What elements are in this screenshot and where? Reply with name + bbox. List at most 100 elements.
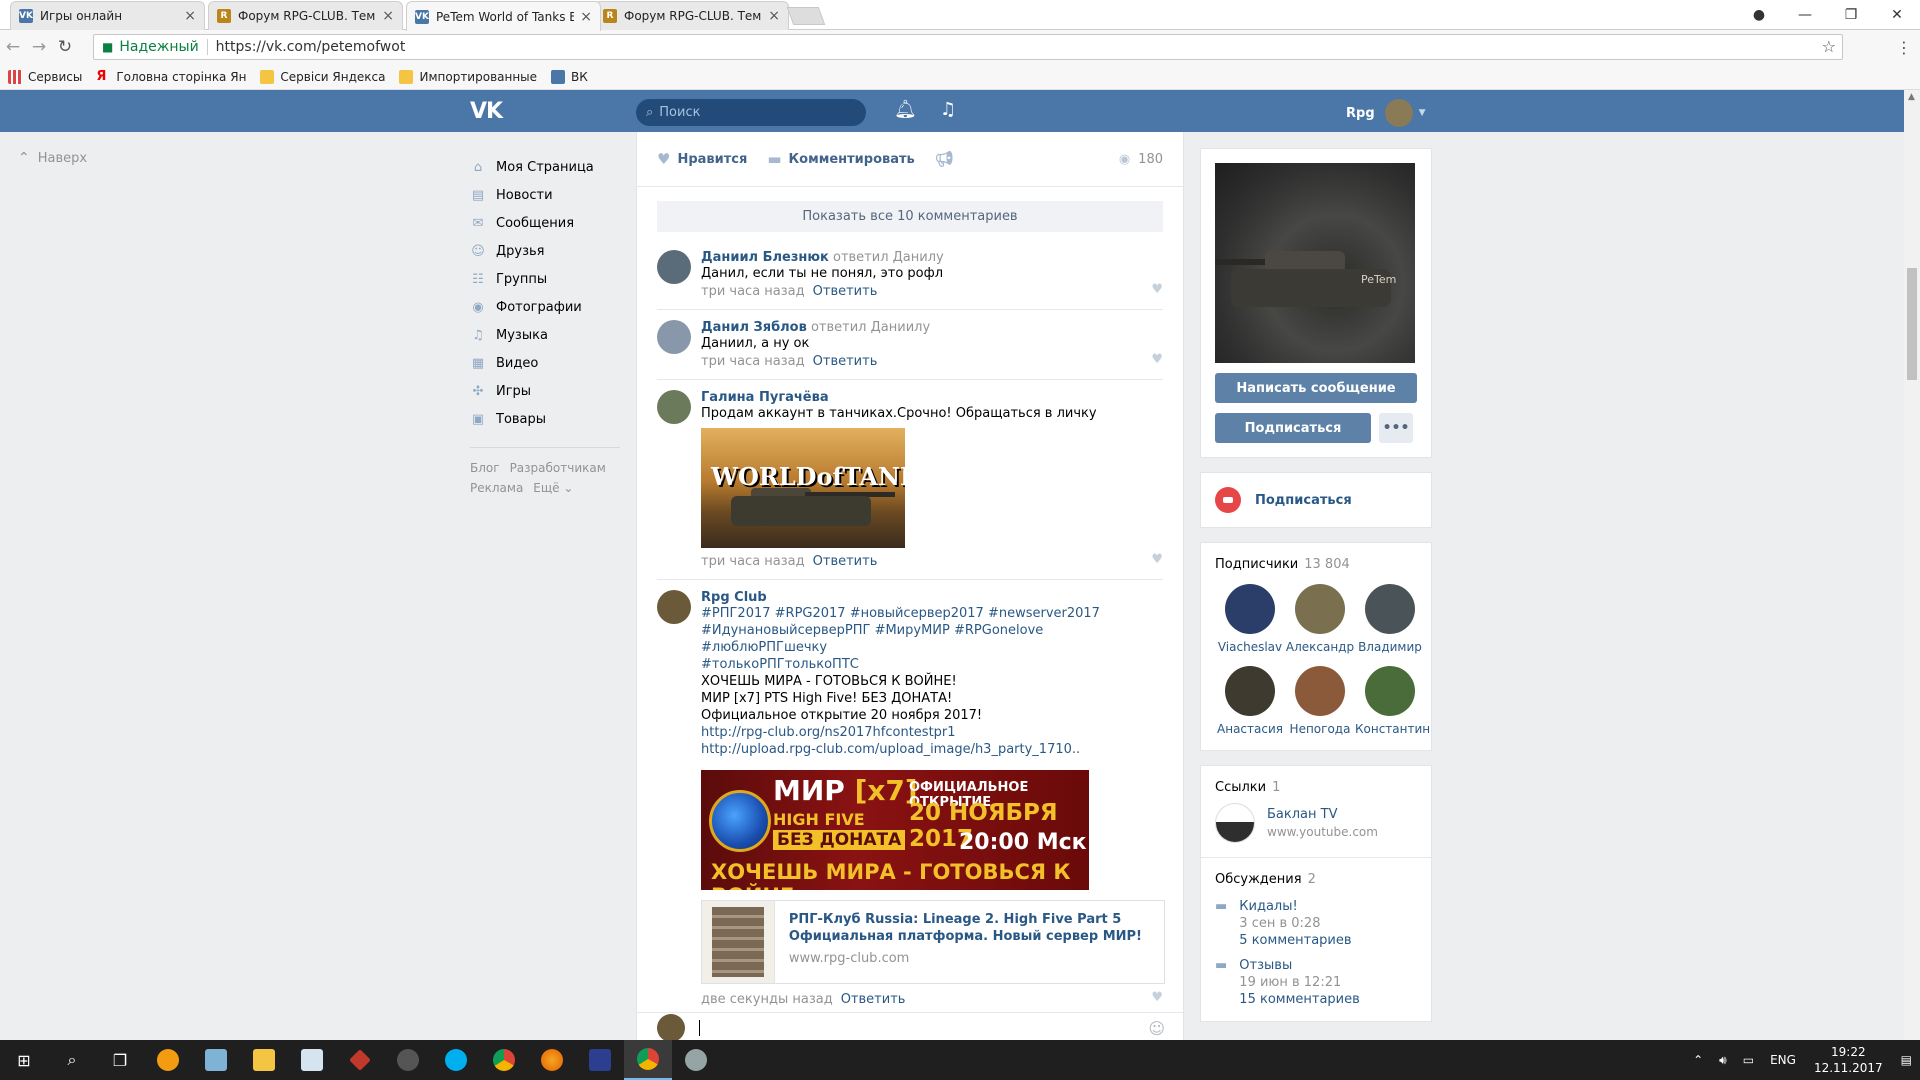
heart-icon[interactable]: ♥	[1151, 352, 1163, 367]
hashtags[interactable]: #РПГ2017 #RPG2017 #новыйсервер2017 #news…	[701, 605, 1143, 622]
link-preview-title[interactable]: РПГ-Клуб Russia: Lineage 2. High Five Pa…	[789, 911, 1150, 945]
search-input[interactable]: ⌕ Поиск	[636, 99, 866, 126]
discussion-item[interactable]: ▬ Отзывы 19 июн в 12:21 15 комментариев	[1215, 958, 1417, 1007]
new-tab-button[interactable]	[786, 7, 826, 25]
menu-item-goods[interactable]: ▣ Товары	[470, 405, 640, 433]
bookmark-yandex-home[interactable]: Я Головна сторінка Ян	[96, 69, 246, 84]
comment-link[interactable]: http://upload.rpg-club.com/upload_image/…	[701, 741, 1143, 758]
browser-tab-3[interactable]: VK PeTem World of Tanks BL ×	[406, 1, 601, 31]
scroll-to-top-button[interactable]: ⌃ Наверх	[18, 150, 87, 166]
discussions-title[interactable]: Обсуждения 2	[1215, 872, 1417, 887]
close-icon[interactable]: ×	[382, 8, 394, 24]
reply-button[interactable]: Ответить	[841, 992, 906, 1007]
footer-link-blog[interactable]: Блог	[470, 461, 500, 475]
search-taskbar-button[interactable]: ⌕	[48, 1040, 96, 1080]
link-name[interactable]: Баклан TV	[1267, 807, 1378, 822]
taskbar-app-5[interactable]	[384, 1040, 432, 1080]
task-view-button[interactable]: ❐	[96, 1040, 144, 1080]
discussion-title[interactable]: Кидалы!	[1239, 899, 1351, 914]
taskbar-app-2[interactable]	[192, 1040, 240, 1080]
url-text[interactable]: https://vk.com/petemofwot	[216, 39, 406, 55]
comment-time[interactable]: три часа назад	[701, 284, 805, 299]
reply-button[interactable]: Ответить	[813, 354, 878, 369]
discussion-comments[interactable]: 5 комментариев	[1239, 933, 1351, 948]
discussion-title[interactable]: Отзывы	[1239, 958, 1360, 973]
menu-item-photos[interactable]: ◉ Фотографии	[470, 293, 640, 321]
taskbar-app-4[interactable]	[336, 1040, 384, 1080]
browser-tab-4[interactable]: R Форум RPG-CLUB. Тема ×	[594, 1, 789, 30]
volume-icon[interactable]: 🔊︎	[1719, 1053, 1727, 1068]
footer-link-more[interactable]: Ещё ⌄	[533, 481, 573, 495]
bookmark-vk[interactable]: ВК	[551, 69, 588, 84]
avatar[interactable]	[657, 590, 691, 624]
reply-button[interactable]: Ответить	[813, 284, 878, 299]
comment-author[interactable]: Rpg Club	[701, 590, 767, 605]
emoji-icon[interactable]: ☺	[1148, 1019, 1165, 1038]
footer-link-ads[interactable]: Реклама	[470, 481, 523, 495]
follower-item[interactable]: Непогода	[1285, 666, 1355, 736]
language-indicator[interactable]: ENG	[1770, 1053, 1796, 1067]
link-item[interactable]: Баклан TV www.youtube.com	[1215, 803, 1417, 843]
taskbar-app-6[interactable]	[576, 1040, 624, 1080]
subscribe-button[interactable]: Подписаться	[1215, 413, 1371, 443]
subscribe-link[interactable]: Подписаться	[1215, 487, 1417, 513]
taskbar-app-3[interactable]	[288, 1040, 336, 1080]
close-icon[interactable]: ×	[768, 8, 780, 24]
menu-item-my-page[interactable]: ⌂ Моя Страница	[470, 153, 640, 181]
minimize-icon[interactable]: —	[1782, 0, 1828, 30]
discussion-comments[interactable]: 15 комментариев	[1239, 992, 1360, 1007]
vk-logo[interactable]: VK	[470, 99, 503, 124]
notifications-bell-icon[interactable]: 🔔︎	[894, 99, 917, 120]
taskbar-app-7[interactable]	[672, 1040, 720, 1080]
scrollbar-thumb[interactable]	[1907, 268, 1917, 380]
more-actions-button[interactable]: •••	[1379, 413, 1413, 443]
links-title[interactable]: Ссылки 1	[1215, 780, 1417, 795]
music-note-icon[interactable]: ♫	[940, 99, 956, 120]
show-all-comments-button[interactable]: Показать все 10 комментариев	[657, 201, 1163, 232]
taskbar-skype[interactable]	[432, 1040, 480, 1080]
avatar[interactable]	[657, 320, 691, 354]
tray-up-icon[interactable]: ⌃	[1693, 1053, 1703, 1067]
network-icon[interactable]: ▭	[1743, 1053, 1754, 1067]
follower-item[interactable]: Viacheslav	[1215, 584, 1285, 654]
menu-item-news[interactable]: ▤ Новости	[470, 181, 640, 209]
browser-tab-1[interactable]: VK Игры онлайн ×	[10, 1, 205, 30]
forward-icon[interactable]: →	[26, 37, 52, 57]
clock[interactable]: 19:22 12.11.2017	[1814, 1044, 1883, 1076]
server-opening-banner[interactable]: МИР [x7] HIGH FIVE БЕЗ ДОНАТА ОФИЦИАЛЬНО…	[701, 770, 1089, 890]
menu-item-music[interactable]: ♫ Музыка	[470, 321, 640, 349]
follower-item[interactable]: Анастасия	[1215, 666, 1285, 736]
hashtags[interactable]: #ИдунановыйсерверРПГ #МируМИР #RPGonelov…	[701, 622, 1143, 656]
browser-menu-icon[interactable]: ⋮	[1896, 38, 1912, 57]
address-bar[interactable]: ■ Надежный https://vk.com/petemofwot ☆	[93, 34, 1843, 60]
browser-tab-2[interactable]: R Форум RPG-CLUB. Тема ×	[208, 1, 403, 30]
comment-author[interactable]: Данил Зяблов	[701, 320, 807, 335]
start-button[interactable]: ⊞	[0, 1040, 48, 1080]
comment-time[interactable]: три часа назад	[701, 354, 805, 369]
menu-item-games[interactable]: ✣ Игры	[470, 377, 640, 405]
comment-reply-to[interactable]: ответил Данилу	[833, 250, 944, 265]
community-cover-image[interactable]: PeTem	[1215, 163, 1415, 363]
heart-icon[interactable]: ♥	[1151, 552, 1163, 567]
follower-item[interactable]: Владимир	[1355, 584, 1425, 654]
comment-time[interactable]: две секунды назад	[701, 992, 833, 1007]
page-scrollbar[interactable]: ▲	[1904, 90, 1920, 1040]
close-window-icon[interactable]: ✕	[1874, 0, 1920, 30]
avatar[interactable]	[657, 250, 691, 284]
footer-link-developers[interactable]: Разработчикам	[510, 461, 606, 475]
menu-item-friends[interactable]: ☺ Друзья	[470, 237, 640, 265]
taskbar-chrome-1[interactable]	[480, 1040, 528, 1080]
heart-icon[interactable]: ♥	[1151, 990, 1163, 1005]
taskbar-chrome-2[interactable]	[624, 1040, 672, 1080]
user-menu[interactable]: Rpg ▼	[1346, 99, 1426, 127]
close-icon[interactable]: ×	[580, 9, 592, 25]
like-button[interactable]: ♥ Нравится	[657, 150, 747, 168]
reload-icon[interactable]: ↻	[52, 37, 78, 57]
write-message-button[interactable]: Написать сообщение	[1215, 373, 1417, 403]
menu-item-groups[interactable]: ☷ Группы	[470, 265, 640, 293]
maximize-icon[interactable]: ❐	[1828, 0, 1874, 30]
link-preview-card[interactable]: РПГ-Клуб Russia: Lineage 2. High Five Pa…	[701, 900, 1165, 984]
share-button[interactable]: 📢︎	[935, 150, 961, 168]
menu-item-messages[interactable]: ✉ Сообщения	[470, 209, 640, 237]
comment-composer[interactable]: ☺	[637, 1012, 1183, 1040]
